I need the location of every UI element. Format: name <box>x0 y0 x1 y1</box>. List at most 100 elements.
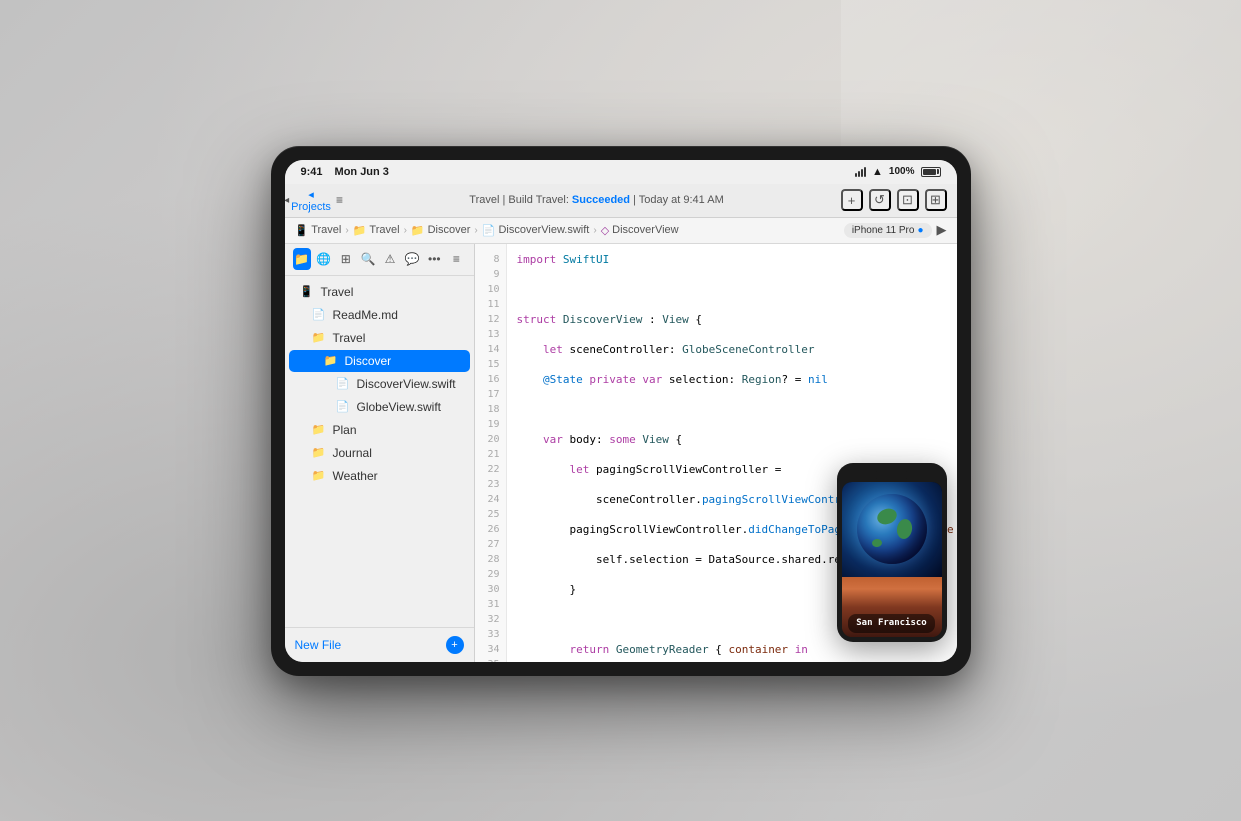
readme-icon: 📄 <box>311 308 327 321</box>
globe-visual <box>857 494 927 564</box>
breadcrumb-struct[interactable]: ◇ DiscoverView <box>601 224 679 237</box>
device-notch <box>874 471 909 479</box>
add-button[interactable]: + <box>841 189 863 211</box>
sidebar-footer: New File + <box>285 627 474 662</box>
new-file-button[interactable]: New File + <box>295 636 464 654</box>
journal-folder-icon: 📁 <box>311 446 327 459</box>
expand-icon: ⊞ <box>930 192 941 208</box>
refresh-icon: ↺ <box>874 192 885 208</box>
status-bar: 9:41 Mon Jun 3 ▲ 100% <box>285 160 957 184</box>
globe-preview <box>842 482 942 577</box>
breadcrumb-travel-2[interactable]: 📁 Travel <box>353 224 400 237</box>
sidebar-item-label: Travel <box>333 331 460 345</box>
sidebar-icon-globe[interactable]: 🌐 <box>315 248 333 270</box>
discover-folder-icon: 📁 <box>323 354 339 367</box>
sidebar-item-travel-folder[interactable]: 📁 Travel <box>289 327 470 349</box>
new-file-badge: + <box>446 636 464 654</box>
device-screen: San Francisco <box>842 482 942 637</box>
wifi-icon: ▲ <box>872 166 883 178</box>
back-icon: ◂ <box>285 195 290 206</box>
weather-folder-icon: 📁 <box>311 469 327 482</box>
struct-icon: ◇ <box>601 224 609 237</box>
breadcrumb-separator-3: › <box>474 225 477 236</box>
sidebar-item-weather[interactable]: 📁 Weather <box>289 465 470 487</box>
add-icon: + <box>848 193 856 208</box>
breadcrumb-separator-2: › <box>404 225 407 236</box>
discover-view-icon: 📄 <box>335 377 351 390</box>
breadcrumb-separator-4: › <box>593 225 596 236</box>
breadcrumb-discover[interactable]: 📁 Discover <box>411 224 471 237</box>
code-line: @State private var selection: Region? = … <box>517 372 947 387</box>
code-line <box>517 282 947 297</box>
sidebar-item-globe-view[interactable]: 📄 GlobeView.swift <box>289 396 470 418</box>
sidebar-item-travel-project[interactable]: 📱 Travel <box>289 281 470 303</box>
code-line: struct DiscoverView : View { <box>517 312 947 327</box>
list-view-button[interactable]: ≡ <box>327 190 353 210</box>
code-line: import SwiftUI <box>517 252 947 267</box>
breadcrumb-device: iPhone 11 Pro ● ▶ <box>844 222 947 238</box>
sidebar-item-label: DiscoverView.swift <box>357 377 460 391</box>
breadcrumb-file[interactable]: 📄 DiscoverView.swift <box>482 224 590 237</box>
sidebar: 📁 🌐 ⊞ 🔍 ⚠ 💬 ••• ≡ 📱 Travel 📄 <box>285 244 475 662</box>
expand-button[interactable]: ⊞ <box>925 189 947 211</box>
breadcrumb-label: Travel <box>311 224 341 236</box>
sidebar-icon-chat[interactable]: 💬 <box>403 248 421 270</box>
sidebar-icon-list[interactable]: ≡ <box>447 248 465 270</box>
code-editor[interactable]: 8 9 10 11 12 13 14 15 16 17 18 19 20 21 <box>475 244 957 662</box>
globe-view-icon: 📄 <box>335 400 351 413</box>
toolbar-right: + ↺ ⊡ ⊞ <box>841 189 947 211</box>
city-name-label: San Francisco <box>848 614 934 633</box>
travel-folder-icon: 📁 <box>311 331 327 344</box>
toolbar-project-text: Travel | Build Travel: <box>469 194 569 206</box>
discover-icon: 📁 <box>411 224 425 237</box>
battery-percent: 100% <box>889 166 915 177</box>
device-label: iPhone 11 Pro <box>852 225 915 236</box>
time-display: 9:41 <box>301 166 323 178</box>
breadcrumb-travel-1[interactable]: 📱 Travel <box>295 224 342 237</box>
breadcrumb-bar: 📱 Travel › 📁 Travel › 📁 Discover › 📄 Dis… <box>285 218 957 244</box>
projects-label: ◂ Projects <box>291 188 331 213</box>
main-content: 📁 🌐 ⊞ 🔍 ⚠ 💬 ••• ≡ 📱 Travel 📄 <box>285 244 957 662</box>
projects-back-button[interactable]: ◂ ◂ Projects <box>295 190 321 210</box>
sidebar-item-discover-view[interactable]: 📄 DiscoverView.swift <box>289 373 470 395</box>
sidebar-icon-grid[interactable]: ⊞ <box>337 248 355 270</box>
split-icon: ⊡ <box>902 192 913 208</box>
build-status-succeeded: Succeeded <box>572 194 630 206</box>
breadcrumb-label-4: DiscoverView.swift <box>498 224 589 236</box>
sidebar-item-journal[interactable]: 📁 Journal <box>289 442 470 464</box>
code-line: return GeometryReader { container in <box>517 642 947 657</box>
sidebar-icon-search[interactable]: 🔍 <box>359 248 377 270</box>
sidebar-item-discover[interactable]: 📁 Discover <box>289 350 470 372</box>
status-bar-right: ▲ 100% <box>855 166 940 178</box>
breadcrumb-label-3: Discover <box>428 224 471 236</box>
refresh-button[interactable]: ↺ <box>869 189 891 211</box>
run-device-icon[interactable]: ▶ <box>937 222 947 238</box>
toolbar-center: Travel | Build Travel: Succeeded | Today… <box>359 194 835 206</box>
sidebar-item-label: Travel <box>321 285 460 299</box>
code-line: let sceneController: GlobeSceneControlle… <box>517 342 947 357</box>
sidebar-item-label: ReadMe.md <box>333 308 460 322</box>
code-line: var body: some View { <box>517 432 947 447</box>
sidebar-item-label: Discover <box>345 354 460 368</box>
preview-device: San Francisco <box>837 463 947 642</box>
sidebar-icon-warning[interactable]: ⚠ <box>381 248 399 270</box>
toolbar-time-text: | Today at 9:41 AM <box>633 194 724 206</box>
sidebar-icon-files[interactable]: 📁 <box>293 248 311 270</box>
sidebar-item-readme[interactable]: 📄 ReadMe.md <box>289 304 470 326</box>
device-selector[interactable]: iPhone 11 Pro ● <box>844 223 932 238</box>
ipad-tablet: 9:41 Mon Jun 3 ▲ 100% <box>271 146 971 676</box>
sidebar-item-label: GlobeView.swift <box>357 400 460 414</box>
code-line <box>517 402 947 417</box>
sidebar-icon-more[interactable]: ••• <box>425 248 443 270</box>
sidebar-item-plan[interactable]: 📁 Plan <box>289 419 470 441</box>
status-bar-left: 9:41 Mon Jun 3 <box>301 166 389 178</box>
folder-icon: 📱 <box>295 224 309 237</box>
city-preview: San Francisco <box>842 577 942 637</box>
signal-icon <box>855 167 866 177</box>
breadcrumb-label-2: Travel <box>369 224 399 236</box>
sidebar-toolbar: 📁 🌐 ⊞ 🔍 ⚠ 💬 ••• ≡ <box>285 244 474 276</box>
device-chevron-icon: ● <box>917 225 923 236</box>
split-view-button[interactable]: ⊡ <box>897 189 919 211</box>
battery-icon <box>921 167 941 177</box>
list-icon: ≡ <box>336 193 343 207</box>
